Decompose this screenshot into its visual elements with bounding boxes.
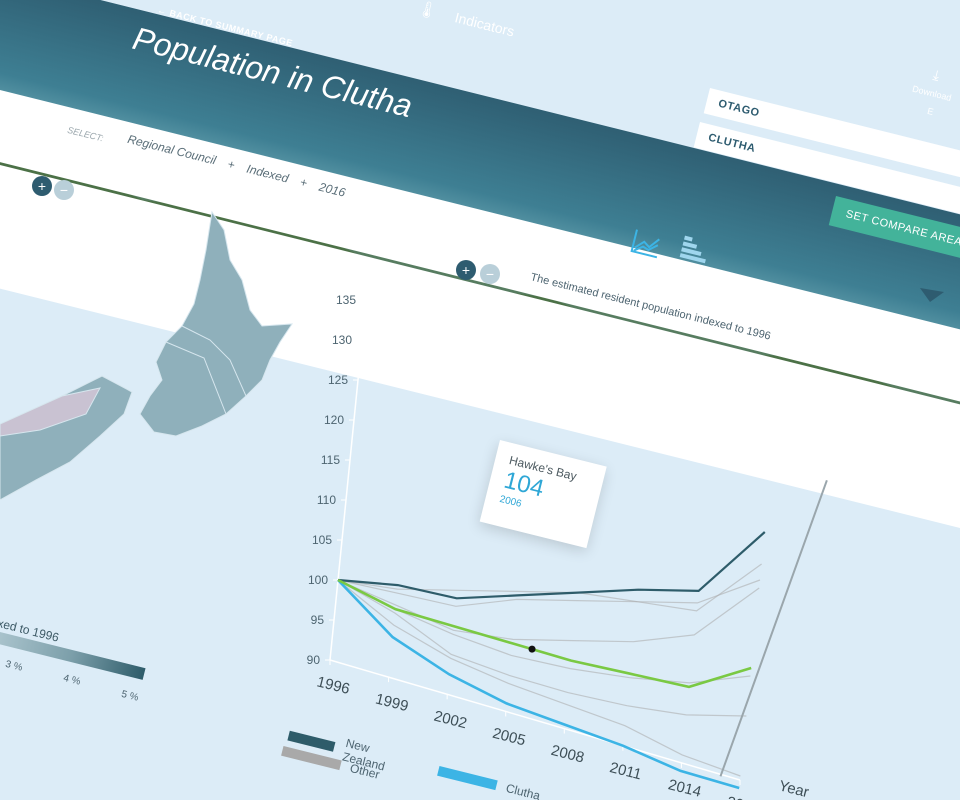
x-tick-label: 1996 — [315, 673, 351, 698]
x-tick-label: 2005 — [491, 725, 527, 750]
y-axis-line — [329, 299, 367, 661]
series-line-other — [337, 579, 751, 684]
series-line-highlight — [337, 578, 752, 689]
y-tick-label: 90 — [307, 653, 321, 667]
y-tick-label: 120 — [324, 413, 344, 427]
x-tick-label: 1999 — [374, 691, 410, 716]
x-tick-label: 2014 — [666, 776, 702, 800]
x-tick-label: 2017 — [725, 793, 761, 800]
x-tick-label: 2008 — [549, 742, 585, 767]
series-line-other — [337, 563, 762, 612]
y-tick-label: 125 — [328, 373, 348, 387]
x-tick-label: 2011 — [608, 759, 643, 783]
y-tick-label: 135 — [336, 293, 356, 307]
y-tick-label: 100 — [308, 573, 328, 587]
highlight-point — [528, 645, 536, 653]
year-marker-line — [719, 479, 828, 777]
population-line-chart: 90 95 100 105 110 115 120 125 130 135 1996 1999 2002… — [307, 271, 828, 800]
y-tick-label: 130 — [332, 333, 352, 347]
series-line-new-zealand — [337, 531, 766, 600]
chart-title: The estimated resident population indexe… — [529, 271, 772, 342]
x-tick-label: 2002 — [432, 708, 468, 733]
y-tick-label: 105 — [312, 533, 332, 547]
y-tick-label: 115 — [321, 453, 340, 467]
x-axis-title: Year — [777, 777, 811, 800]
y-tick-label: 110 — [317, 493, 336, 507]
page: ← BACK TO SUMMARY PAGE 🌡 Indicators Popu… — [0, 0, 960, 800]
y-tick-label: 95 — [311, 613, 325, 627]
